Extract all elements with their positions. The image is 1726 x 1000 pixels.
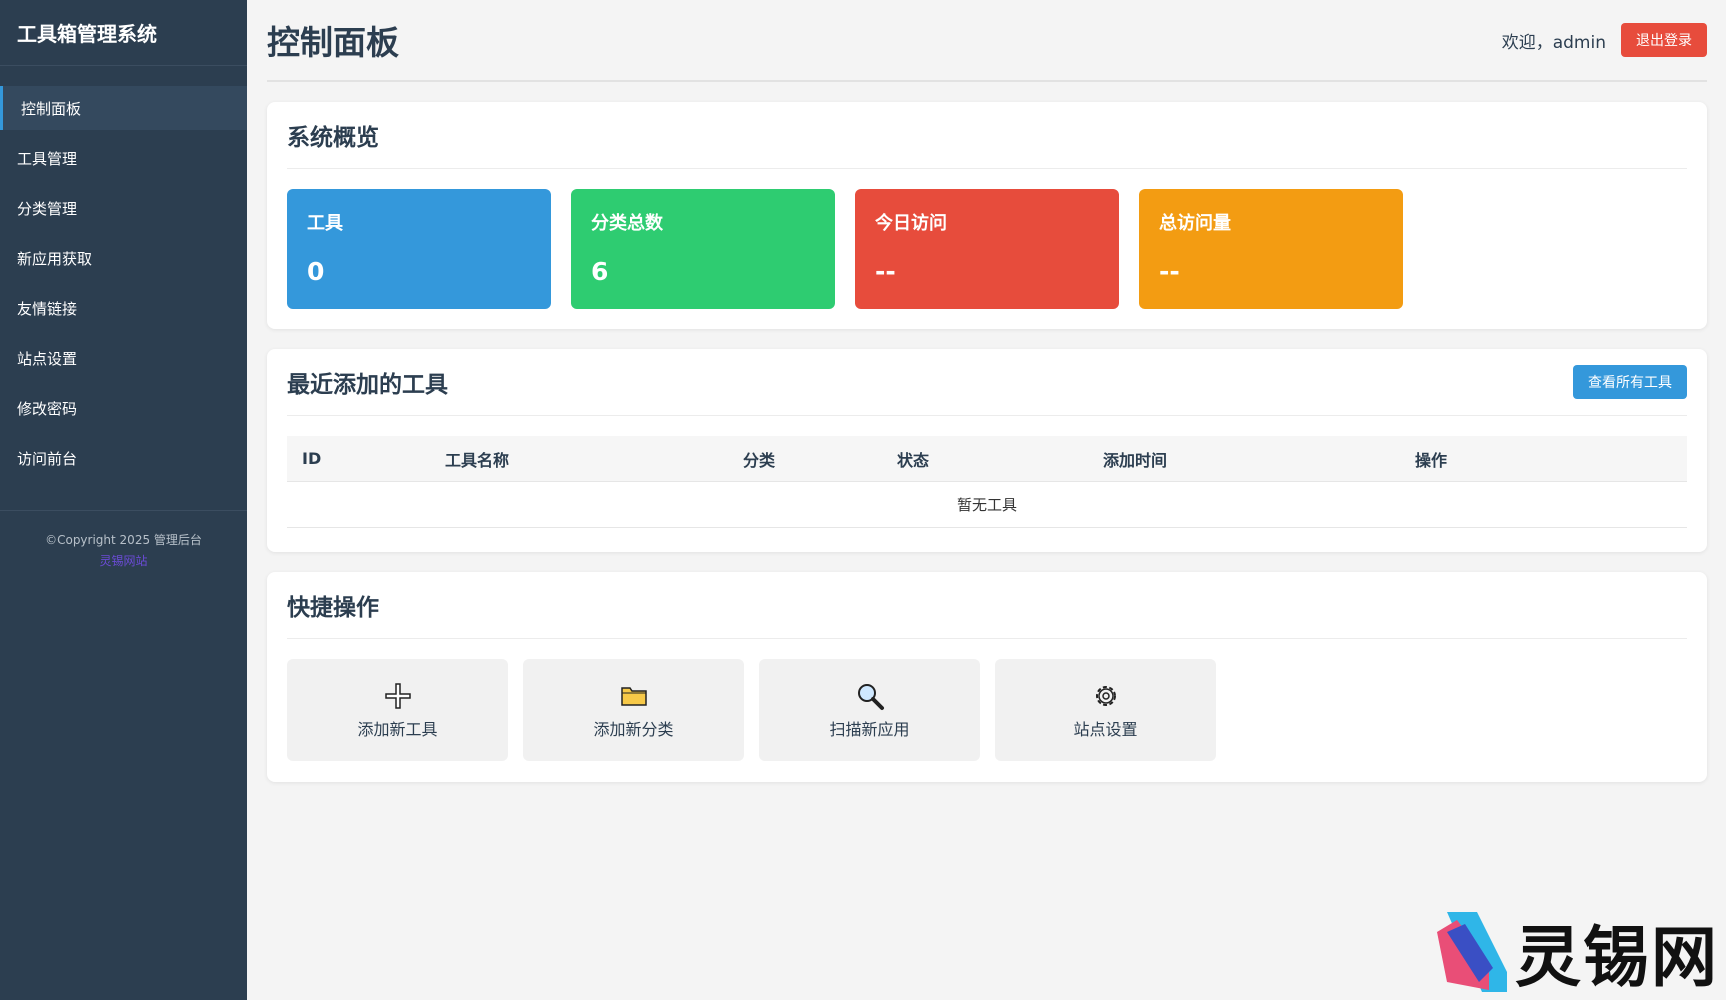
stat-label: 分类总数 — [591, 213, 663, 234]
page-title: 控制面板 — [267, 23, 399, 62]
stat-tools: 工具 0 — [287, 189, 551, 309]
view-all-tools-button[interactable]: 查看所有工具 — [1573, 365, 1687, 399]
sidebar-item-visit-frontend[interactable]: 访问前台 — [0, 436, 247, 480]
quick-actions-card: 快捷操作 添加新工具 添加新分类 扫描新应用 站点设置 — [267, 572, 1707, 782]
stat-value: -- — [1159, 257, 1180, 286]
footer-link[interactable]: 灵锡网站 — [0, 551, 247, 572]
sidebar-item-change-password[interactable]: 修改密码 — [0, 386, 247, 430]
add-category-button[interactable]: 添加新分类 — [523, 659, 744, 761]
column-header-id: ID — [302, 449, 322, 468]
site-settings-button[interactable]: 站点设置 — [995, 659, 1216, 761]
stats-row: 工具 0 分类总数 6 今日访问 -- 总访问量 -- — [287, 189, 1687, 309]
stat-value: 6 — [591, 257, 609, 286]
overview-card: 系统概览 工具 0 分类总数 6 今日访问 -- 总访问量 -- — [267, 102, 1707, 329]
plus-icon — [383, 680, 413, 712]
stat-value: 0 — [307, 257, 325, 286]
column-header-category: 分类 — [743, 450, 776, 470]
magnifier-icon — [855, 680, 885, 712]
table-header: ID 工具名称 分类 状态 添加时间 操作 — [287, 436, 1687, 482]
topbar: 控制面板 欢迎，admin 退出登录 — [267, 0, 1707, 82]
overview-title: 系统概览 — [287, 125, 379, 151]
column-header-added-time: 添加时间 — [1103, 450, 1168, 470]
quick-title: 快捷操作 — [287, 595, 379, 621]
brand-title: 工具箱管理系统 — [0, 0, 247, 66]
logout-button[interactable]: 退出登录 — [1621, 23, 1707, 57]
watermark-logo-icon — [1437, 912, 1507, 992]
sidebar: 工具箱管理系统 控制面板 工具管理 分类管理 新应用获取 友情链接 站点设置 修… — [0, 0, 247, 1000]
recent-title: 最近添加的工具 — [287, 372, 448, 398]
recent-header: 最近添加的工具 查看所有工具 — [287, 349, 1687, 416]
watermark-text: 灵锡网 — [1515, 919, 1719, 996]
sidebar-item-site-settings[interactable]: 站点设置 — [0, 336, 247, 380]
stat-label: 总访问量 — [1159, 213, 1231, 234]
sidebar-item-new-apps[interactable]: 新应用获取 — [0, 236, 247, 280]
sidebar-item-links[interactable]: 友情链接 — [0, 286, 247, 330]
action-label: 扫描新应用 — [829, 720, 910, 739]
column-header-actions: 操作 — [1415, 450, 1448, 470]
main-content: 控制面板 欢迎，admin 退出登录 系统概览 工具 0 分类总数 6 今日访问… — [267, 0, 1707, 782]
stat-label: 工具 — [307, 213, 343, 234]
gear-icon — [1092, 680, 1120, 712]
column-header-name: 工具名称 — [445, 450, 510, 470]
recent-tools-table: ID 工具名称 分类 状态 添加时间 操作 暂无工具 — [287, 436, 1687, 528]
action-label: 添加新工具 — [357, 720, 438, 739]
action-label: 添加新分类 — [593, 720, 674, 739]
column-header-status: 状态 — [897, 450, 930, 470]
quick-actions-row: 添加新工具 添加新分类 扫描新应用 站点设置 — [287, 659, 1687, 761]
overview-header: 系统概览 — [287, 102, 1687, 169]
quick-header: 快捷操作 — [287, 572, 1687, 639]
user-area: 欢迎，admin 退出登录 — [1502, 23, 1707, 57]
action-label: 站点设置 — [1073, 720, 1138, 739]
empty-row: 暂无工具 — [287, 482, 1687, 528]
sidebar-footer: ©Copyright 2025 管理后台 灵锡网站 — [0, 530, 247, 572]
stat-label: 今日访问 — [875, 213, 947, 234]
watermark: 灵锡网 — [1437, 904, 1719, 1000]
sidebar-item-dashboard[interactable]: 控制面板 — [0, 86, 247, 130]
sidebar-nav: 控制面板 工具管理 分类管理 新应用获取 友情链接 站点设置 修改密码 访问前台 — [0, 86, 247, 480]
scan-new-apps-button[interactable]: 扫描新应用 — [759, 659, 980, 761]
stat-today-visits: 今日访问 -- — [855, 189, 1119, 309]
stat-value: -- — [875, 257, 896, 286]
recent-tools-card: 最近添加的工具 查看所有工具 ID 工具名称 分类 状态 添加时间 操作 暂无工… — [267, 349, 1707, 552]
folder-icon — [620, 680, 648, 712]
welcome-text: 欢迎，admin — [1501, 32, 1606, 53]
sidebar-divider — [0, 510, 247, 511]
sidebar-item-tools[interactable]: 工具管理 — [0, 136, 247, 180]
stat-total-visits: 总访问量 -- — [1139, 189, 1403, 309]
add-tool-button[interactable]: 添加新工具 — [287, 659, 508, 761]
stat-categories: 分类总数 6 — [571, 189, 835, 309]
copyright-text: ©Copyright 2025 管理后台 — [45, 533, 202, 547]
sidebar-item-categories[interactable]: 分类管理 — [0, 186, 247, 230]
